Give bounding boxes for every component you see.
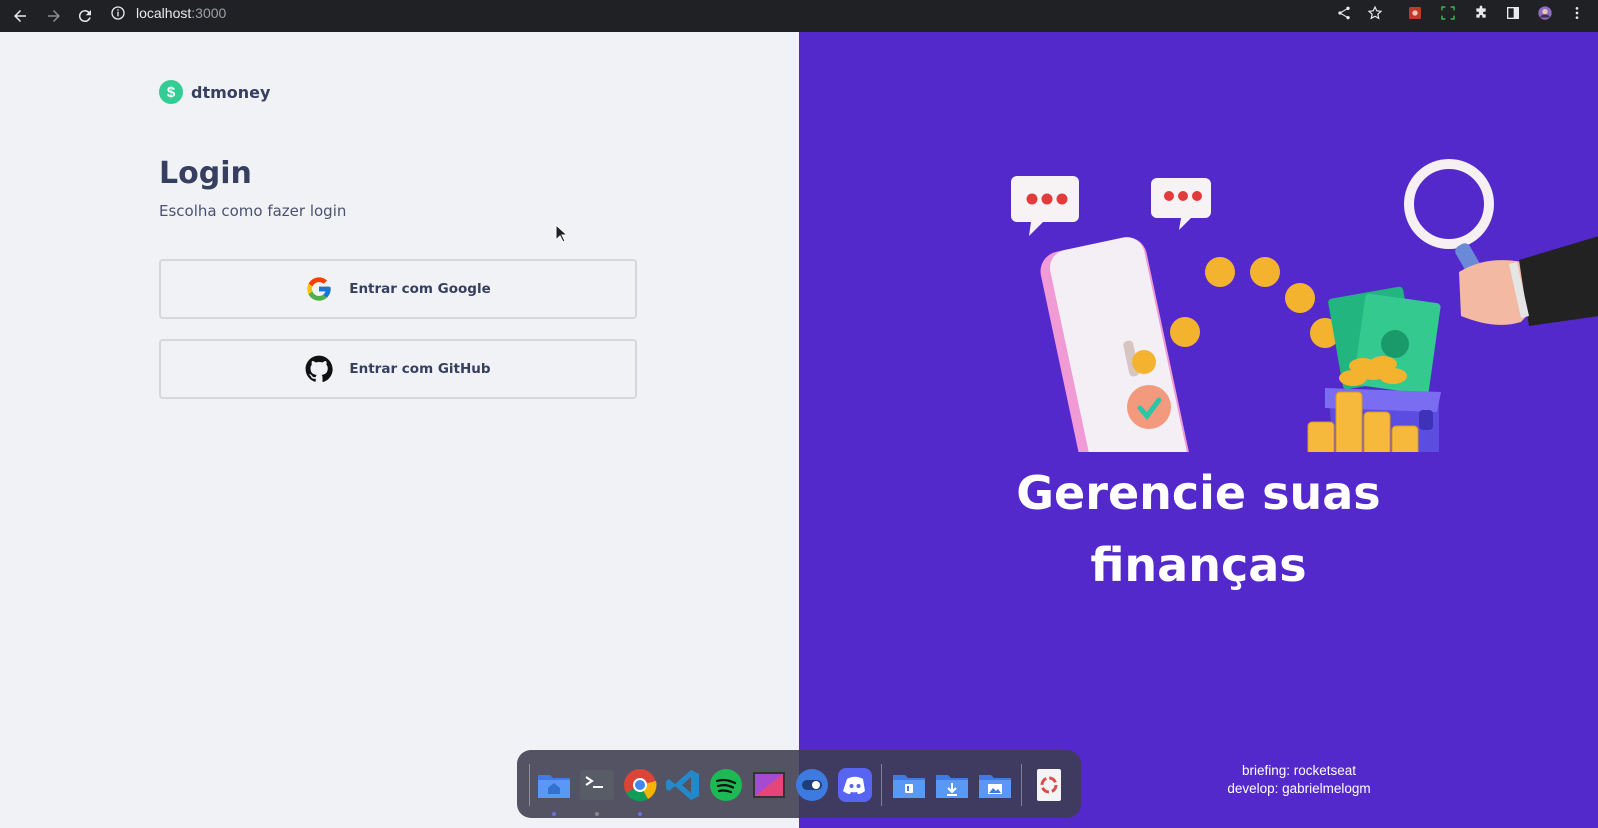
- screen-capture-icon[interactable]: [1435, 0, 1461, 26]
- google-login-label: Entrar com Google: [349, 281, 491, 297]
- share-icon[interactable]: [1331, 0, 1357, 26]
- coin-icon: [1250, 257, 1280, 287]
- credit-briefing: briefing: rocketseat: [1241, 763, 1357, 778]
- hero-panel: Gerencie suas finanças briefing: rockets…: [799, 32, 1598, 828]
- trello-folder-icon[interactable]: [891, 767, 927, 803]
- info-icon[interactable]: [110, 5, 126, 21]
- terminal-icon[interactable]: [579, 767, 615, 803]
- headline-line-2: finanças: [1090, 538, 1307, 592]
- hand-icon: [1459, 236, 1598, 326]
- page-title: Login: [159, 156, 252, 191]
- page-subtitle: Escolha como fazer login: [159, 202, 347, 220]
- discord-icon[interactable]: [837, 767, 873, 803]
- coin-icon: [1285, 283, 1315, 313]
- screenshot-app-icon[interactable]: [751, 767, 787, 803]
- google-login-button[interactable]: Entrar com Google: [159, 259, 637, 319]
- spotify-icon[interactable]: [708, 767, 744, 803]
- running-indicator: [595, 812, 599, 816]
- address-bar[interactable]: localhost:3000: [110, 0, 226, 26]
- vscode-icon[interactable]: [665, 767, 701, 803]
- brand-name: dtmoney: [191, 82, 271, 102]
- downloads-folder-icon[interactable]: [934, 767, 970, 803]
- dock-separator: [1021, 764, 1022, 806]
- running-indicator: [638, 812, 642, 816]
- credit-develop: develop: gabrielmelogm: [1227, 781, 1371, 796]
- dollar-icon: $: [159, 80, 183, 104]
- toggle-app-icon[interactable]: [794, 767, 830, 803]
- hero-headline: Gerencie suas finanças: [799, 457, 1598, 601]
- github-login-label: Entrar com GitHub: [349, 361, 491, 377]
- reload-icon[interactable]: [71, 0, 99, 32]
- dock-separator: [529, 764, 530, 806]
- finance-illustration: [1011, 159, 1598, 452]
- trash-icon[interactable]: [1031, 767, 1067, 803]
- github-icon: [305, 355, 334, 382]
- running-indicator: [552, 812, 556, 816]
- back-icon[interactable]: [6, 0, 34, 32]
- extension-red-icon[interactable]: [1402, 0, 1428, 26]
- smartphone-icon: [1040, 237, 1190, 452]
- login-panel: $ dtmoney Login Escolha como fazer login…: [0, 32, 799, 828]
- brand-logo: $ dtmoney: [159, 80, 270, 104]
- forward-icon[interactable]: [40, 0, 68, 32]
- menu-dots-icon[interactable]: [1564, 0, 1590, 26]
- google-icon: [307, 277, 331, 301]
- headline-line-1: Gerencie suas: [1016, 466, 1381, 520]
- side-panel-icon[interactable]: [1500, 0, 1526, 26]
- mouse-cursor-icon: [555, 224, 567, 243]
- url-host: localhost: [136, 5, 192, 21]
- pictures-folder-icon[interactable]: [977, 767, 1013, 803]
- home-folder-icon[interactable]: [536, 767, 572, 803]
- bookmark-star-icon[interactable]: [1362, 0, 1388, 26]
- dock-separator: [881, 764, 882, 806]
- url-port: :3000: [191, 5, 227, 21]
- chat-bubble-icon: [1011, 176, 1079, 236]
- chat-bubble-icon: [1151, 178, 1211, 230]
- profile-avatar[interactable]: [1532, 0, 1558, 26]
- extensions-puzzle-icon[interactable]: [1468, 0, 1494, 26]
- coin-icon: [1170, 317, 1200, 347]
- credits: briefing: rocketseat develop: gabrielmel…: [1099, 762, 1499, 798]
- chrome-icon[interactable]: [622, 767, 658, 803]
- coin-icon: [1205, 257, 1235, 287]
- os-dock: [517, 750, 1081, 818]
- github-login-button[interactable]: Entrar com GitHub: [159, 339, 637, 399]
- browser-toolbar: localhost:3000: [0, 0, 1598, 32]
